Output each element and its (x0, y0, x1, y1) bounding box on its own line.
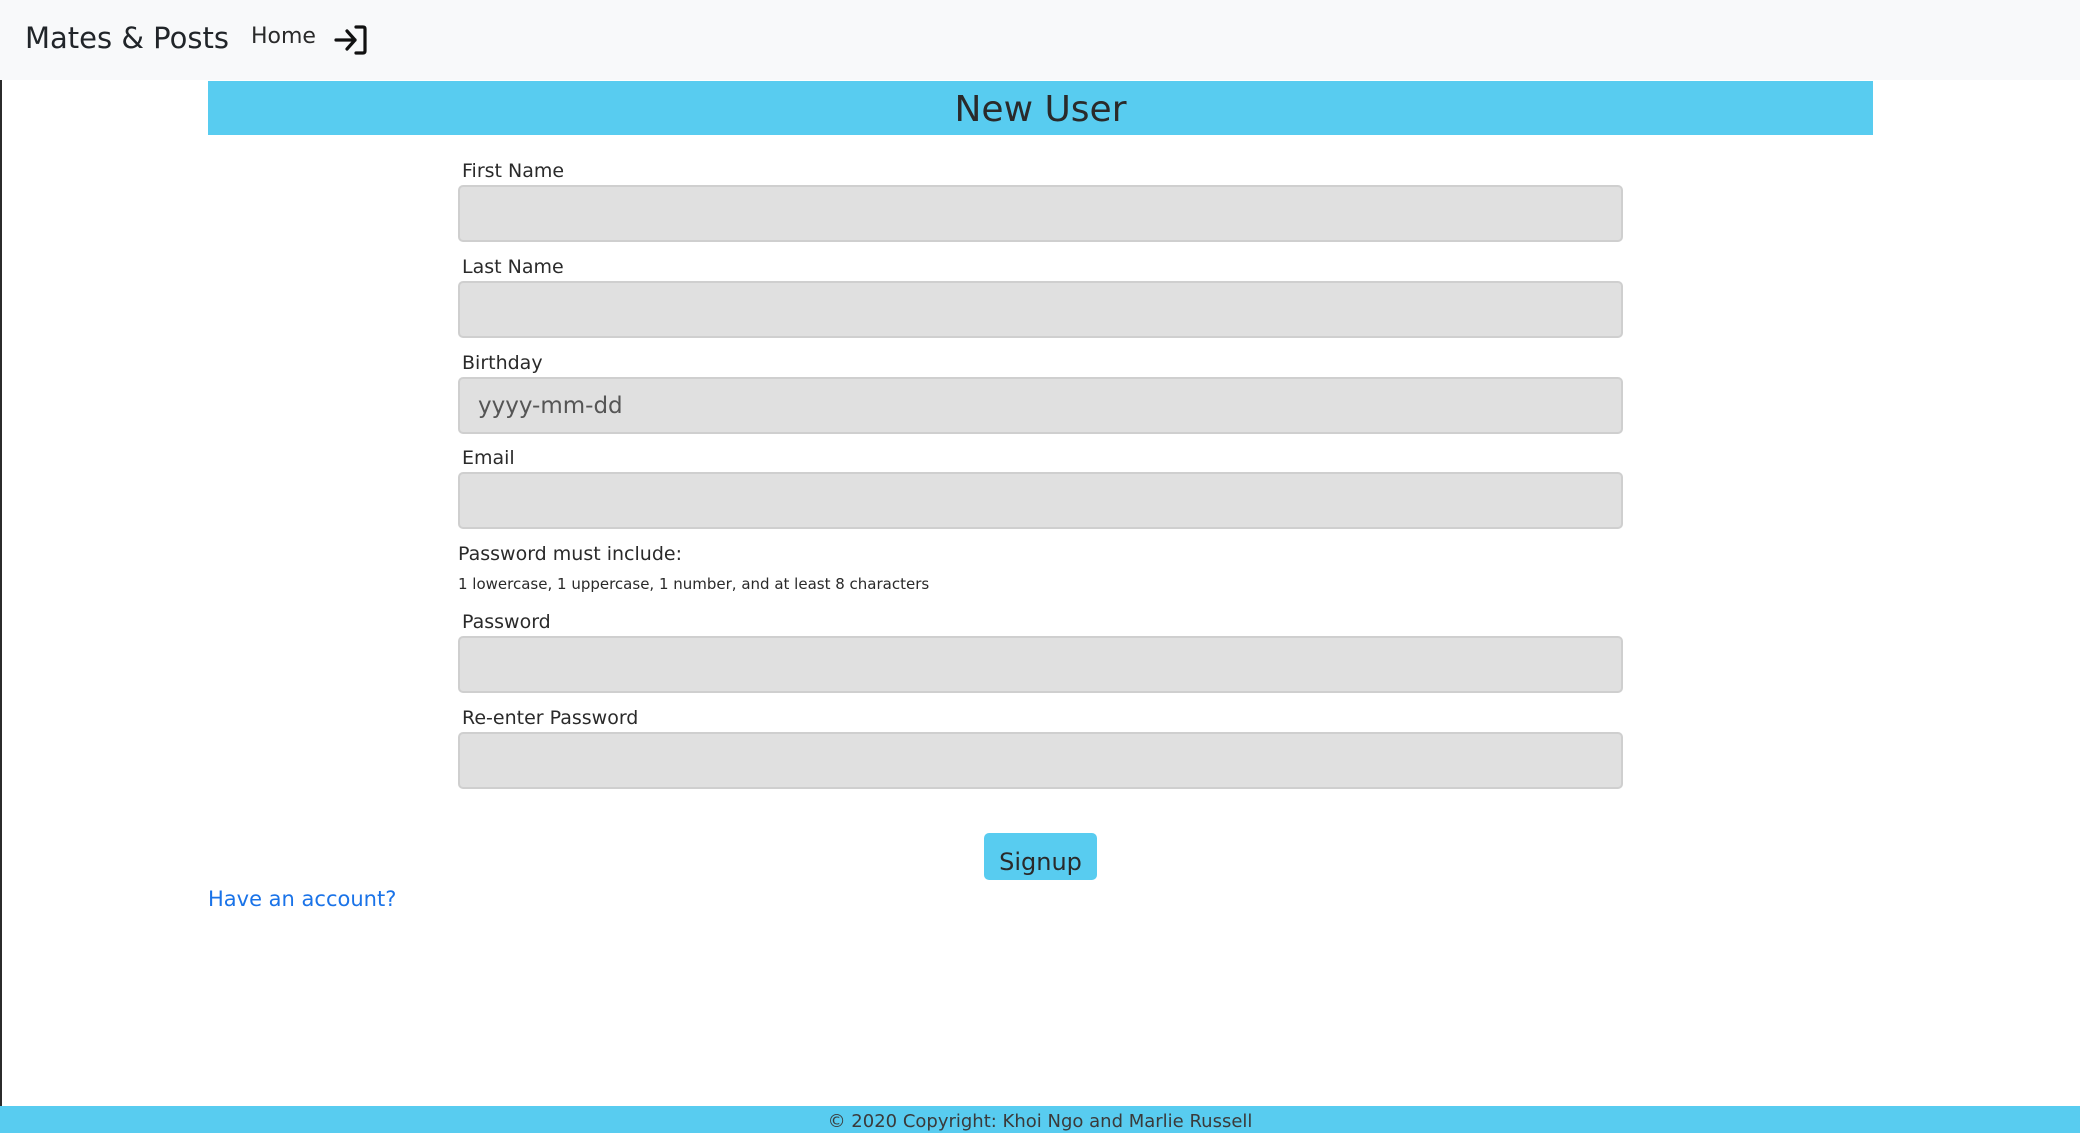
birthday-input[interactable] (458, 377, 1623, 434)
window-left-edge (0, 80, 2, 1107)
have-account-link[interactable]: Have an account? (208, 884, 396, 914)
password-rules-title: Password must include: (458, 543, 682, 565)
password-input[interactable] (458, 636, 1623, 693)
footer: © 2020 Copyright: Khoi Ngo and Marlie Ru… (0, 1106, 2080, 1133)
email-label: Email (462, 447, 515, 469)
nav-home-link[interactable]: Home (251, 21, 316, 53)
birthday-label: Birthday (462, 352, 543, 374)
login-arrow-icon[interactable] (332, 21, 370, 59)
page-banner: New User (208, 81, 1873, 135)
password-rules-text: 1 lowercase, 1 uppercase, 1 number, and … (458, 575, 930, 593)
last-name-input[interactable] (458, 281, 1623, 338)
first-name-label: First Name (462, 160, 565, 182)
reenter-password-label: Re-enter Password (462, 707, 639, 729)
brand-link[interactable]: Mates & Posts (25, 18, 229, 58)
password-label: Password (462, 611, 551, 633)
first-name-input[interactable] (458, 185, 1623, 242)
footer-copyright: © 2020 Copyright: Khoi Ngo and Marlie Ru… (827, 1111, 1253, 1132)
navbar: Mates & Posts Home (0, 0, 2080, 80)
page-title: New User (954, 89, 1127, 130)
reenter-password-input[interactable] (458, 732, 1623, 789)
last-name-label: Last Name (462, 256, 564, 278)
email-input[interactable] (458, 472, 1623, 529)
signup-button[interactable]: Signup (984, 833, 1097, 880)
